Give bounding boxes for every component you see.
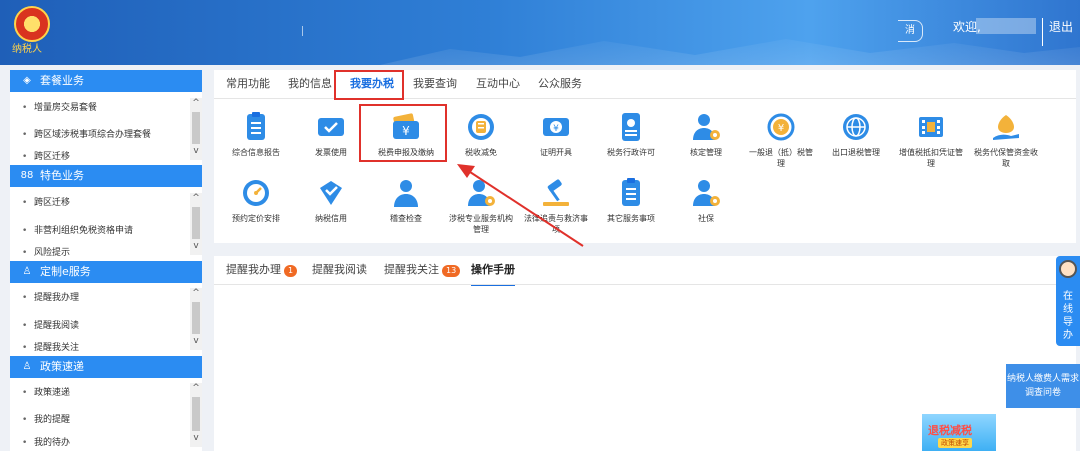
sidebar-item[interactable]: • 增量房交易套餐 <box>10 97 190 119</box>
person-icon <box>389 176 423 210</box>
globe-icon <box>839 110 873 144</box>
user-icon: ♙ <box>22 361 32 372</box>
sidebar-scrollbar[interactable]: ^ v <box>190 193 202 255</box>
func-certificate-issue[interactable]: ¥ 证明开具 <box>521 110 591 158</box>
username-masked <box>976 18 1036 34</box>
ticket-check-icon <box>314 110 348 144</box>
certificate-yuan-icon: ¥ <box>539 110 573 144</box>
tab-operation-manual[interactable]: 操作手册 <box>471 256 515 286</box>
func-tax-reduction[interactable]: 税收减免 <box>446 110 516 158</box>
func-pricing-arrangement[interactable]: 预约定价安排 <box>221 176 291 224</box>
sidebar-item[interactable]: • 提醒我办理 <box>10 287 190 309</box>
sidebar-item[interactable]: • 跨区迁移 <box>10 192 190 214</box>
sidebar-item[interactable]: • 跨区迁移 <box>10 151 190 163</box>
user-gear-icon <box>689 176 723 210</box>
id-card-icon <box>614 110 648 144</box>
tab-remind-handle[interactable]: 提醒我办理 1 <box>226 256 298 284</box>
func-export-refund[interactable]: 出口退税管理 <box>821 110 891 158</box>
logout-button[interactable]: 退出 <box>1049 18 1073 35</box>
func-general-refund[interactable]: ¥ 一般退（抵）税管理 <box>746 110 816 169</box>
func-other-services[interactable]: 其它服务事项 <box>596 176 666 224</box>
clock-dial-icon <box>239 176 273 210</box>
national-emblem-icon <box>14 6 50 42</box>
sidebar-section-policy[interactable]: ♙ 政策速递 <box>10 356 202 378</box>
func-inspection[interactable]: 稽查检查 <box>371 176 441 224</box>
func-social-security[interactable]: 社保 <box>671 176 741 224</box>
money-bag-hand-icon <box>989 110 1023 144</box>
main-panel: 常用功能 我的信息 我要办税 我要查询 互动中心 公众服务 综合信息报告 发票使… <box>214 70 1076 243</box>
top-header: 纳税人 消 欢迎, 退出 <box>0 0 1080 65</box>
sidebar-section-featured[interactable]: 88 特色业务 <box>10 165 202 187</box>
func-admin-license[interactable]: 税务行政许可 <box>596 110 666 158</box>
highlighted-function-box <box>359 104 447 162</box>
sidebar-section-custom-service[interactable]: ♙ 定制e服务 <box>10 261 202 283</box>
sidebar-scrollbar[interactable]: ^ v <box>190 98 202 160</box>
count-badge: 1 <box>284 265 298 277</box>
sidebar-item[interactable]: • 我的提醒 <box>10 409 190 431</box>
tab-remind-read[interactable]: 提醒我阅读 <box>312 256 367 284</box>
clipboard-icon <box>614 176 648 210</box>
tab-interaction[interactable]: 互动中心 <box>476 70 520 98</box>
sidebar: ◈ 套餐业务 • 增量房交易套餐 • 跨区域涉税事项综合办理套餐 • 跨区迁移 ^ v … <box>10 70 202 451</box>
func-tax-credit[interactable]: 纳税信用 <box>296 176 366 224</box>
sidebar-scrollbar[interactable]: ^ v <box>190 383 202 447</box>
sidebar-item[interactable]: • 提醒我关注 <box>10 342 190 354</box>
film-strip-icon <box>914 110 948 144</box>
func-invoice-use[interactable]: 发票使用 <box>296 110 366 158</box>
user-gear-icon <box>689 110 723 144</box>
sidebar-scrollbar[interactable]: ^ v <box>190 288 202 350</box>
sidebar-item[interactable]: • 提醒我阅读 <box>10 315 190 337</box>
count-badge: 13 <box>442 265 461 277</box>
coin-stack-icon <box>464 110 498 144</box>
grid-icon: 88 <box>20 170 34 181</box>
service-avatar-icon <box>1059 260 1077 278</box>
func-custody-fund[interactable]: 税务代保管资金收取 <box>971 110 1041 169</box>
online-service-label: 在线导办 <box>1063 291 1073 341</box>
tab-query[interactable]: 我要查询 <box>413 70 457 98</box>
sidebar-item[interactable]: • 非营利组织免税资格申请 <box>10 220 190 242</box>
annotation-arrow-icon <box>457 164 584 247</box>
refund-cycle-icon: ¥ <box>764 110 798 144</box>
tab-remind-follow[interactable]: 提醒我关注 13 <box>384 256 461 284</box>
sidebar-item[interactable]: • 我的待办 <box>10 436 190 451</box>
svg-text:¥: ¥ <box>778 123 784 134</box>
layers-icon: ◈ <box>23 75 31 86</box>
clipboard-icon <box>239 110 273 144</box>
active-tab-highlight <box>334 70 404 100</box>
sidebar-item[interactable]: • 跨区域涉税事项综合办理套餐 <box>10 124 190 146</box>
user-icon: ♙ <box>22 266 32 277</box>
func-vat-voucher[interactable]: 增值税抵扣凭证管理 <box>896 110 966 169</box>
func-assessment-management[interactable]: 核定管理 <box>671 110 741 158</box>
online-service-button[interactable]: 在线导办 <box>1056 256 1080 346</box>
diamond-check-icon <box>314 176 348 210</box>
logo-text: 纳税人 <box>12 44 42 55</box>
sidebar-item[interactable]: • 政策速递 <box>10 382 190 404</box>
func-comprehensive-report[interactable]: 综合信息报告 <box>221 110 291 158</box>
tax-policy-promo-banner[interactable]: 退税减税 政策速享 <box>922 414 996 451</box>
tab-common[interactable]: 常用功能 <box>226 70 270 98</box>
svg-text:¥: ¥ <box>553 124 559 134</box>
sidebar-item[interactable]: • 风险提示 <box>10 247 190 259</box>
survey-banner[interactable]: 纳税人缴费人需求调查问卷 <box>1006 364 1080 408</box>
tab-my-info[interactable]: 我的信息 <box>288 70 332 98</box>
message-bell-button[interactable]: 消 <box>898 20 923 42</box>
sidebar-section-package[interactable]: ◈ 套餐业务 <box>10 70 202 92</box>
tab-public-service[interactable]: 公众服务 <box>538 70 582 98</box>
